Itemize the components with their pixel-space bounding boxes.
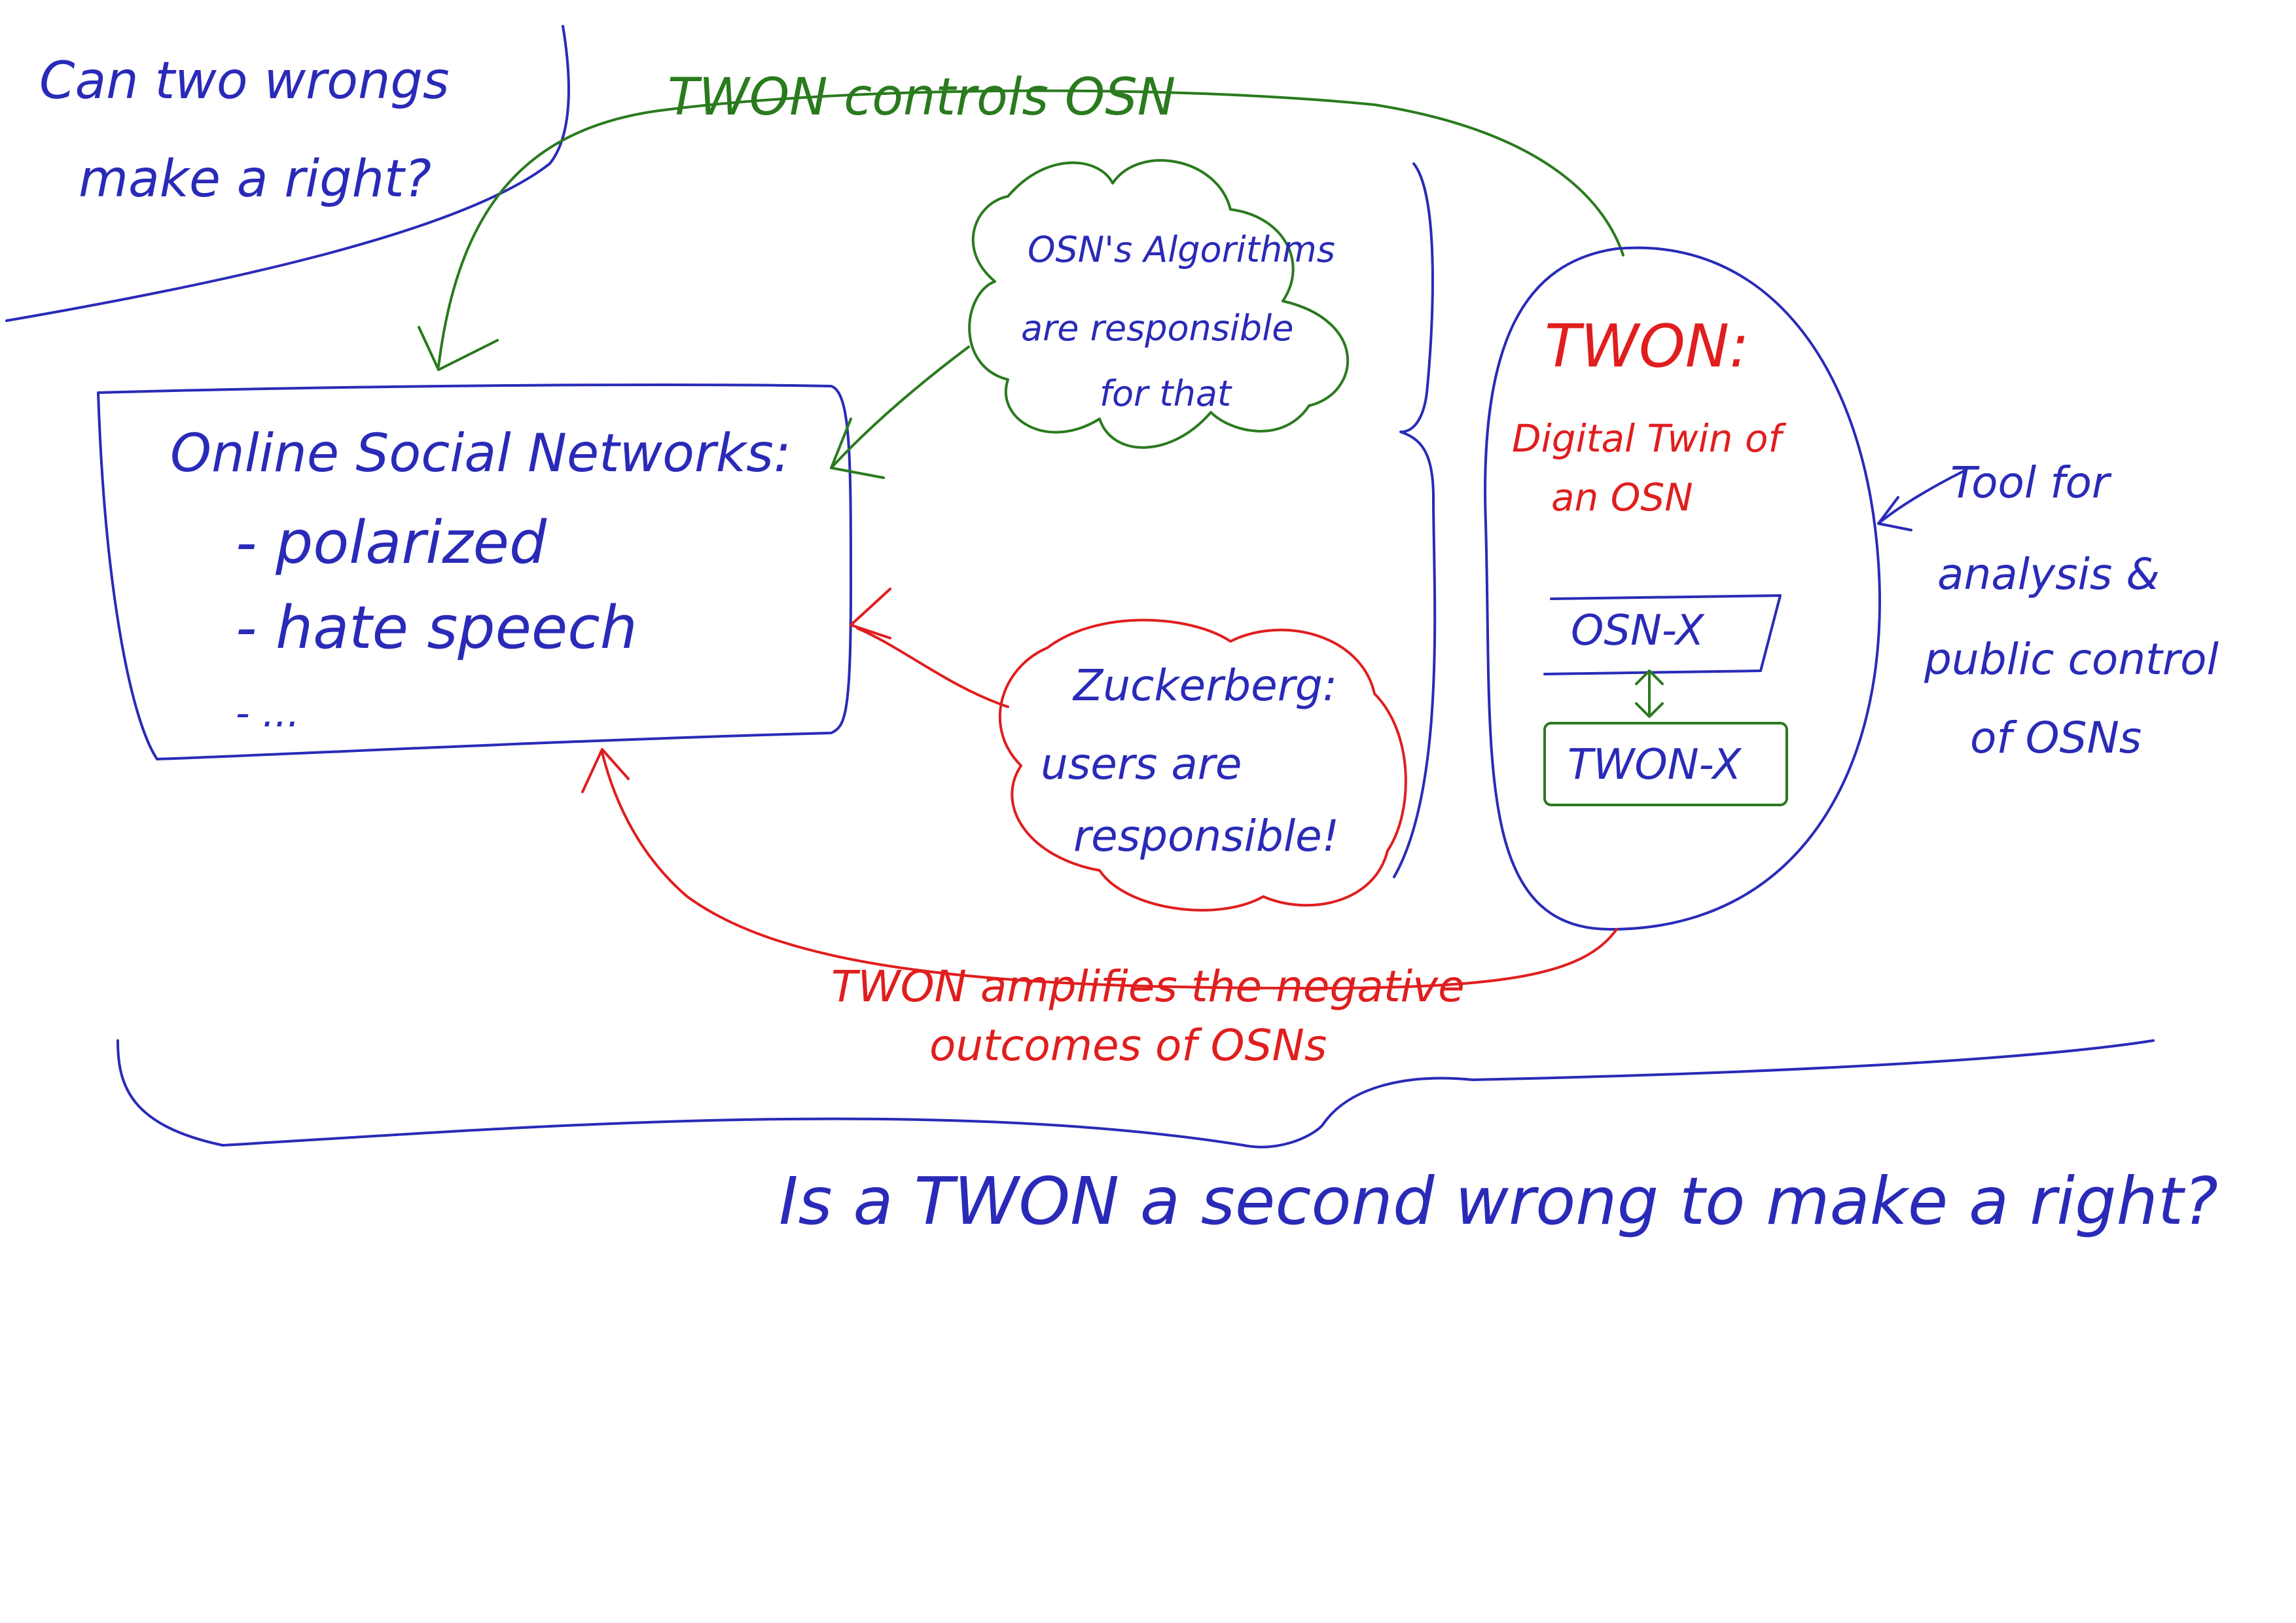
side-note-line3: public control [1924,634,2219,685]
osn-box-item-2: - hate speech [236,594,637,662]
amplify-arrow-head [581,748,630,793]
osn-box-title: Online Social Networks: [170,423,791,484]
cloud-users-line1: Zuckerberg: [1072,660,1337,711]
amplify-label-line1: TWON amplifies the negative [831,961,1465,1012]
osn-box-item-1: - polarized [236,508,547,577]
side-note-line4: of OSNs [1970,713,2142,763]
cloud-users: Zuckerberg: users are responsible! [850,588,1407,912]
clouds-brace [1393,162,1437,878]
users-arrow-head [850,588,891,639]
corner-question-line1: Can two wrongs [39,52,450,111]
users-arrow [856,627,1009,708]
sync-arrows-icon [1635,669,1664,718]
corner-question: Can two wrongs make a right? [5,25,570,322]
osn-box: Online Social Networks: - polarized - ha… [97,383,852,760]
osn-box-item-3: - ... [236,690,300,736]
twon-title: TWON: [1545,312,1749,381]
bottom-question: Is a TWON a second wrong to make a right… [779,1163,2218,1240]
cloud-algorithms: OSN's Algorithms are responsible for tha… [830,159,1350,479]
cloud-users-line2: users are [1041,739,1242,789]
twon-x-label: TWON-X [1568,741,1742,789]
side-note: Tool for analysis & public control of OS… [1877,457,2219,763]
side-note-line1: Tool for [1950,457,2112,508]
twon-subtitle-2: an OSN [1551,475,1693,520]
cloud-users-line3: responsible! [1073,811,1339,861]
cloud-algorithms-line1: OSN's Algorithms [1028,229,1335,270]
algorithms-arrow-head [830,418,885,479]
algorithms-arrow [830,346,970,469]
cloud-algorithms-line3: for that [1100,373,1232,414]
twon-subtitle-1: Digital Twin of [1512,416,1786,461]
amplify-arrow: TWON amplifies the negative outcomes of … [581,748,1618,1071]
osn-x-label: OSN-X [1571,607,1705,655]
control-arrow-label: TWON controls OSN [668,68,1175,127]
amplify-label-line2: outcomes of OSNs [929,1020,1327,1071]
whiteboard-canvas: Can two wrongs make a right? TWON contro… [5,25,2219,1240]
cloud-algorithms-line2: are responsible [1021,308,1293,349]
corner-question-line2: make a right? [79,150,431,209]
twon-oval: TWON: Digital Twin of an OSN OSN-X TWON-… [1484,246,1881,931]
side-note-line2: analysis & [1937,549,2160,599]
control-arrow-head [418,326,499,371]
